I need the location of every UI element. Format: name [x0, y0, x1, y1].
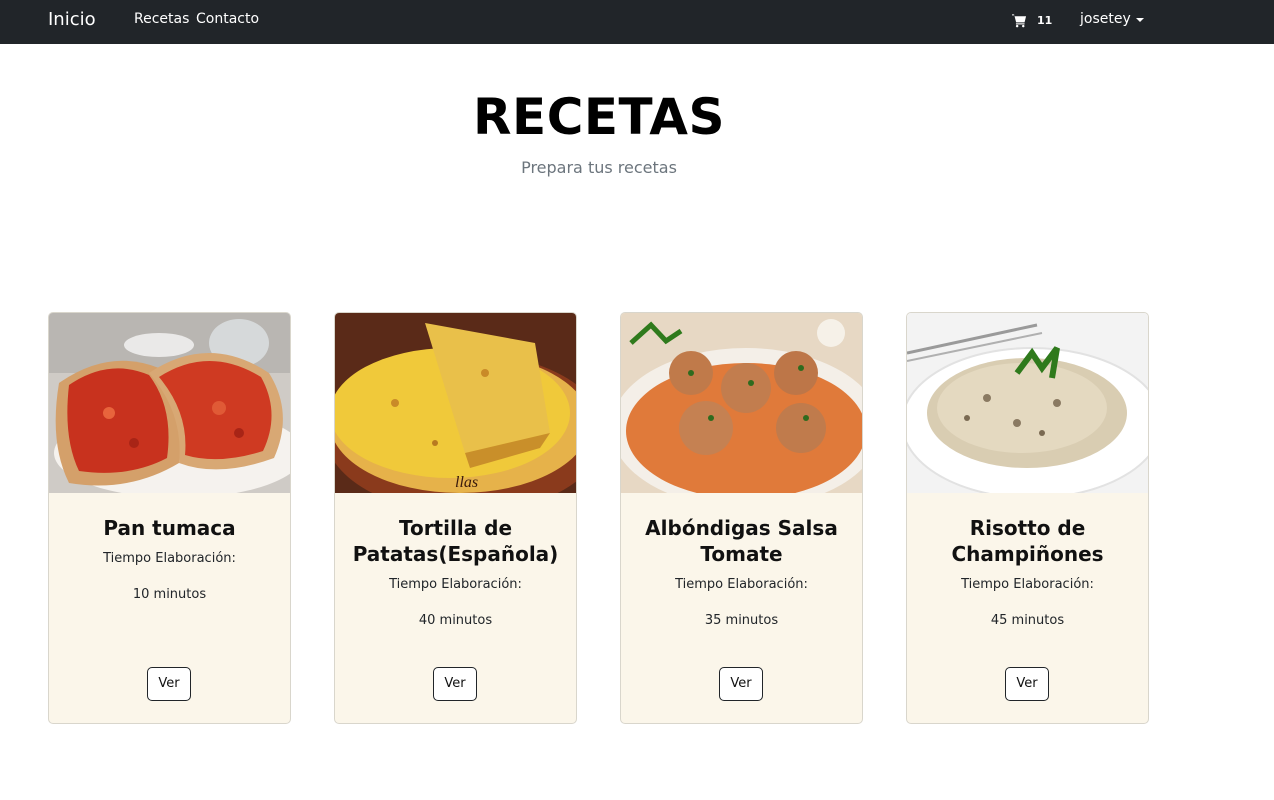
tortilla-photo: llas [335, 313, 576, 493]
page-subtitle: Prepara tus recetas [521, 158, 677, 177]
cart-button[interactable]: 11 [1012, 11, 1052, 29]
recipe-time-value: 45 minutos [990, 613, 1065, 628]
recipe-card-tortilla: llas Tortilla de Patatas(Española) Tiemp… [334, 312, 577, 724]
ver-button[interactable]: Ver [719, 667, 763, 701]
svg-text:llas: llas [455, 474, 478, 491]
recipe-card-albondigas: Albóndigas Salsa Tomate Tiempo Elaboraci… [620, 312, 863, 724]
shopping-cart-icon [1012, 13, 1027, 28]
recipe-time-label: Tiempo Elaboración: [675, 577, 808, 592]
user-name: josetey [1080, 11, 1131, 27]
recipe-time-label: Tiempo Elaboración: [961, 577, 1094, 592]
recipe-title: Tortilla de Patatas(Española) [352, 516, 559, 566]
recipe-time-value: 10 minutos [132, 587, 207, 602]
nav-link-recetas[interactable]: Recetas [134, 11, 189, 27]
nav-link-contacto[interactable]: Contacto [196, 11, 259, 27]
ver-button[interactable]: Ver [147, 667, 191, 701]
recipe-card-risotto: Risotto de Champiñones Tiempo Elaboració… [906, 312, 1149, 724]
ver-button[interactable]: Ver [433, 667, 477, 701]
top-navbar: Inicio Recetas Contacto 11 josetey [0, 0, 1274, 44]
cart-count-badge: 11 [1037, 13, 1053, 27]
recipe-time-value: 35 minutos [704, 613, 779, 628]
recipe-time-label: Tiempo Elaboración: [389, 577, 522, 592]
recipe-time-value: 40 minutos [418, 613, 493, 628]
recipe-title: Pan tumaca [103, 516, 236, 540]
user-dropdown[interactable]: josetey [1080, 11, 1144, 27]
risotto-photo [907, 313, 1148, 493]
page-title: RECETAS [473, 88, 725, 146]
brand-link-inicio[interactable]: Inicio [48, 9, 96, 30]
recipe-title: Risotto de Champiñones [951, 516, 1104, 566]
recipe-card-pan-tumaca: Pan tumaca Tiempo Elaboración: 10 minuto… [48, 312, 291, 724]
albondigas-photo [621, 313, 862, 493]
ver-button[interactable]: Ver [1005, 667, 1049, 701]
recipe-time-label: Tiempo Elaboración: [103, 551, 236, 566]
recipe-title: Albóndigas Salsa Tomate [645, 516, 838, 566]
caret-down-icon [1135, 17, 1144, 22]
pan-tumaca-photo [49, 313, 290, 493]
